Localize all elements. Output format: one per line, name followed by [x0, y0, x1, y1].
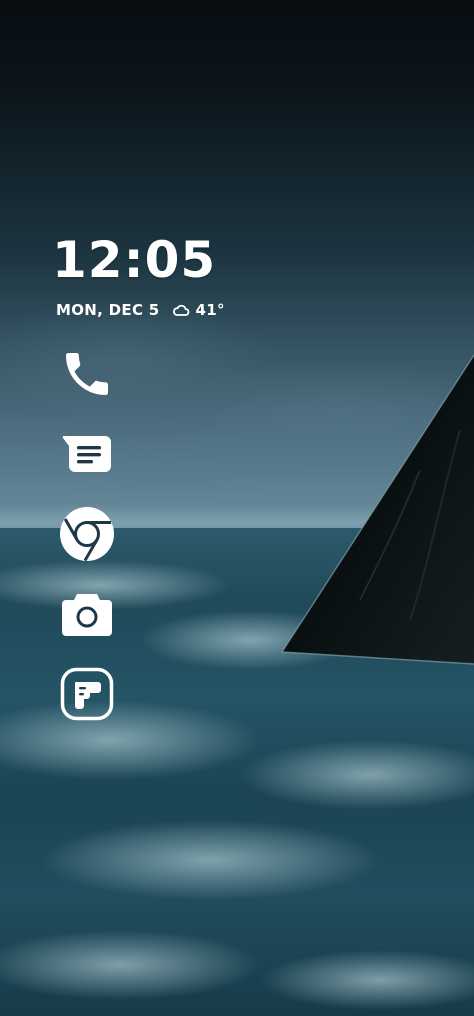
- notes-app-button[interactable]: [58, 665, 116, 723]
- date-weather-row: MON, DEC 5 41°: [56, 299, 225, 321]
- date-label: MON, DEC 5: [56, 301, 160, 319]
- camera-app-button[interactable]: [58, 585, 116, 643]
- phone-app-button[interactable]: [58, 345, 116, 403]
- messages-app-button[interactable]: [58, 425, 116, 483]
- messages-icon: [62, 435, 111, 472]
- weather-widget[interactable]: 41°: [172, 301, 225, 319]
- chrome-app-button[interactable]: [58, 505, 116, 563]
- clock-time: 12:05: [52, 231, 217, 289]
- camera-icon: [62, 594, 112, 636]
- notes-icon: [60, 667, 114, 721]
- cloud-icon: [172, 304, 189, 316]
- chrome-icon: [60, 507, 114, 562]
- temperature-label: 41°: [195, 301, 225, 319]
- phone-icon: [66, 353, 108, 395]
